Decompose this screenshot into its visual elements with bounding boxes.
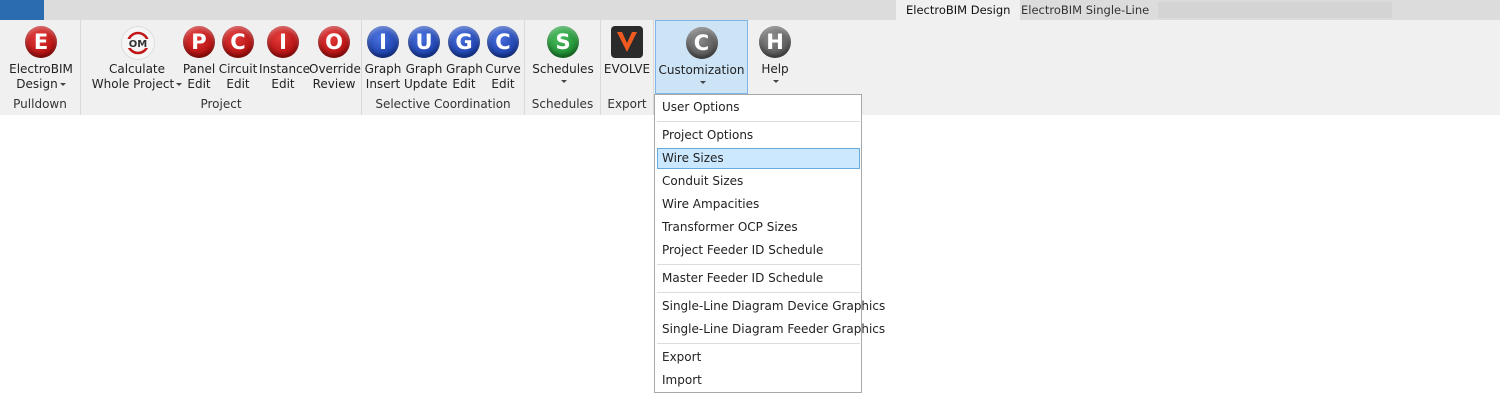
evolve-button[interactable]: EVOLVE (603, 20, 651, 94)
electrobim-e-icon: E (25, 26, 57, 58)
instance-label-line2: Edit (271, 77, 295, 91)
panel-label-line1: Panel (182, 62, 216, 76)
panel-edit-button[interactable]: P Panel Edit (181, 20, 217, 94)
menu-item-conduit-sizes[interactable]: Conduit Sizes (657, 171, 860, 192)
help-h-icon: H (759, 26, 791, 58)
schedules-s-icon: S (547, 26, 579, 58)
graph-edit-g-icon: G (448, 26, 480, 58)
menu-separator (657, 343, 860, 344)
group-label-schedules: Schedules (531, 97, 594, 111)
calculate-whole-project-button[interactable]: OM Calculate Whole Project (89, 20, 185, 94)
evolve-v-logo-icon (611, 26, 643, 58)
circuit-label-line1: Circuit (218, 62, 258, 76)
graph-insert-i-icon: I (367, 26, 399, 58)
group-export: EVOLVE Export (601, 20, 654, 115)
help-button[interactable]: H Help (752, 20, 798, 94)
menu-item-wire-ampacities[interactable]: Wire Ampacities (657, 194, 860, 215)
tab-electrobim-design[interactable]: ElectroBIM Design (896, 0, 1021, 20)
group-label-export: Export (607, 97, 647, 111)
curve-edit-c-icon: C (487, 26, 519, 58)
graph-edit-label-line2: Edit (452, 77, 476, 91)
group-project: OM Calculate Whole Project P Panel Edit … (81, 20, 362, 115)
graph-update-button[interactable]: U Graph Update (404, 20, 448, 94)
dropdown-caret-icon (773, 80, 779, 83)
group-label-project: Project (200, 97, 242, 111)
electrobim-label-line2: Design (16, 77, 58, 91)
tab-strip-empty-area (1158, 2, 1392, 18)
evolve-label: EVOLVE (603, 62, 651, 76)
menu-separator (657, 264, 860, 265)
dropdown-caret-icon (59, 83, 66, 86)
menu-item-import[interactable]: Import (657, 370, 860, 391)
customization-label: Customization (658, 63, 745, 77)
customization-button[interactable]: C Customization (655, 20, 748, 94)
customization-c-icon: C (685, 27, 718, 59)
dropdown-caret-icon (561, 80, 567, 83)
curve-edit-label-line2: Edit (491, 77, 515, 91)
ribbon-tab-strip: ElectroBIM Design ElectroBIM Single-Line (0, 0, 1500, 20)
instance-edit-button[interactable]: I Instance Edit (259, 20, 311, 94)
circuit-label-line2: Edit (226, 77, 250, 91)
override-label-line2: Review (312, 77, 356, 91)
menu-item-user-options[interactable]: User Options (657, 97, 860, 118)
curve-edit-button[interactable]: C Curve Edit (484, 20, 522, 94)
menu-item-sld-device-graphics[interactable]: Single-Line Diagram Device Graphics (657, 296, 885, 317)
override-label-line1: Override (309, 62, 361, 76)
circuit-edit-button[interactable]: C Circuit Edit (218, 20, 258, 94)
instance-label-line1: Instance (259, 62, 311, 76)
application-menu-button[interactable] (0, 0, 44, 20)
group-label-pulldown: Pulldown (13, 97, 67, 111)
electrobim-design-button[interactable]: E ElectroBIM Design (4, 20, 78, 94)
menu-item-master-feeder-id-schedule[interactable]: Master Feeder ID Schedule (657, 268, 860, 289)
menu-item-wire-sizes[interactable]: Wire Sizes (657, 148, 860, 169)
calculate-label-line2: Whole Project (91, 77, 175, 91)
svg-text:OM: OM (129, 39, 148, 50)
graph-update-u-icon: U (408, 26, 440, 58)
om-calculate-icon: OM (121, 26, 155, 60)
circuit-c-icon: C (222, 26, 254, 58)
group-schedules: S Schedules Schedules (525, 20, 601, 115)
graph-insert-label-line1: Graph (364, 62, 402, 76)
override-o-icon: O (318, 26, 350, 58)
electrobim-label-line1: ElectroBIM (9, 62, 73, 76)
menu-separator (657, 292, 860, 293)
tab-electrobim-single-line[interactable]: ElectroBIM Single-Line (1011, 0, 1159, 20)
panel-label-line2: Edit (187, 77, 211, 91)
help-label: Help (761, 62, 789, 76)
calculate-label-line1: Calculate (108, 62, 166, 76)
schedules-label: Schedules (532, 62, 594, 76)
graph-edit-button[interactable]: G Graph Edit (446, 20, 483, 94)
schedules-button[interactable]: S Schedules (531, 20, 595, 94)
curve-edit-label-line1: Curve (485, 62, 521, 76)
override-review-button[interactable]: O Override Review (309, 20, 361, 94)
panel-p-icon: P (183, 26, 215, 58)
dropdown-caret-icon (699, 81, 706, 84)
graph-update-label-line2: Update (404, 77, 448, 91)
group-selective-coordination: I Graph Insert U Graph Update G Graph Ed… (362, 20, 525, 115)
group-label-selective-coordination: Selective Coordination (375, 97, 511, 111)
menu-item-export[interactable]: Export (657, 347, 860, 368)
graph-insert-label-line2: Insert (365, 77, 401, 91)
menu-item-project-feeder-id-schedule[interactable]: Project Feeder ID Schedule (657, 240, 860, 261)
menu-separator (657, 121, 860, 122)
menu-item-sld-feeder-graphics[interactable]: Single-Line Diagram Feeder Graphics (657, 319, 885, 340)
group-pulldown: E ElectroBIM Design Pulldown (0, 20, 81, 115)
instance-i-icon: I (267, 26, 299, 58)
graph-insert-button[interactable]: I Graph Insert (364, 20, 402, 94)
customization-dropdown-menu: User Options Project Options Wire Sizes … (654, 94, 885, 393)
menu-item-project-options[interactable]: Project Options (657, 125, 860, 146)
graph-edit-label-line1: Graph (446, 62, 483, 76)
menu-item-transformer-ocp-sizes[interactable]: Transformer OCP Sizes (657, 217, 860, 238)
graph-update-label-line1: Graph (405, 62, 443, 76)
